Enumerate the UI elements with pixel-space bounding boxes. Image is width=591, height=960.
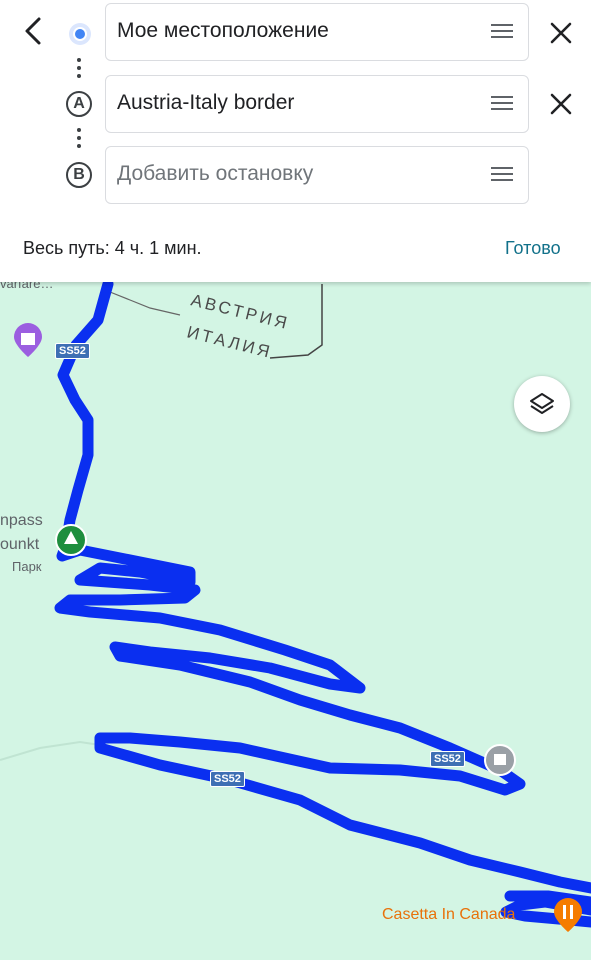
directions-panel: A B Мое местоположение Austria-Italy bor… <box>0 0 591 282</box>
close-icon <box>550 93 572 115</box>
destination-text: Austria-Italy border <box>117 91 295 114</box>
restaurant-label[interactable]: Casetta In Canada <box>382 906 515 924</box>
remove-origin-button[interactable] <box>545 17 577 49</box>
road-sign-ss52[interactable]: SS52 <box>430 751 465 767</box>
remove-destination-button[interactable] <box>545 88 577 120</box>
arrow-left-icon <box>25 17 41 45</box>
border-line-2 <box>109 291 181 316</box>
road-sign-ss52[interactable]: SS52 <box>210 771 245 787</box>
origin-text: Мое местоположение <box>117 19 329 42</box>
layers-icon <box>530 393 554 414</box>
park-pin[interactable] <box>55 524 87 556</box>
add-stop-field[interactable]: Добавить остановку <box>105 146 529 204</box>
border-label-italy: ИТАЛИЯ <box>185 322 274 362</box>
route-connector-dots <box>77 58 81 82</box>
back-button[interactable] <box>16 12 50 50</box>
poi-label-pass-2[interactable]: ounkt <box>0 536 39 554</box>
poi-label-pass-1[interactable]: npass <box>0 512 43 530</box>
done-button[interactable]: Готово <box>505 238 561 259</box>
route-connector-dots <box>77 128 81 152</box>
road-sign-ss52[interactable]: SS52 <box>55 343 90 359</box>
landmark-pin-grey[interactable] <box>484 744 516 776</box>
close-icon <box>550 22 572 44</box>
add-stop-placeholder: Добавить остановку <box>117 162 314 185</box>
restaurant-pin[interactable] <box>554 898 582 932</box>
route-line <box>54 278 591 928</box>
destination-field[interactable]: Austria-Italy border <box>105 75 529 133</box>
marker-b-icon: B <box>66 162 92 188</box>
drag-handle-icon[interactable] <box>491 96 513 112</box>
marker-a-icon: A <box>66 91 92 117</box>
total-trip-time: Весь путь: 4 ч. 1 мин. <box>23 238 202 258</box>
drag-handle-icon[interactable] <box>491 167 513 183</box>
landmark-pin-purple[interactable] <box>14 323 42 357</box>
origin-field[interactable]: Мое местоположение <box>105 3 529 61</box>
my-location-dot-icon <box>73 27 87 41</box>
terrain-line <box>0 740 101 761</box>
layers-button[interactable] <box>514 376 570 432</box>
drag-handle-icon[interactable] <box>491 24 513 40</box>
poi-label-park-type: Парк <box>12 559 42 574</box>
